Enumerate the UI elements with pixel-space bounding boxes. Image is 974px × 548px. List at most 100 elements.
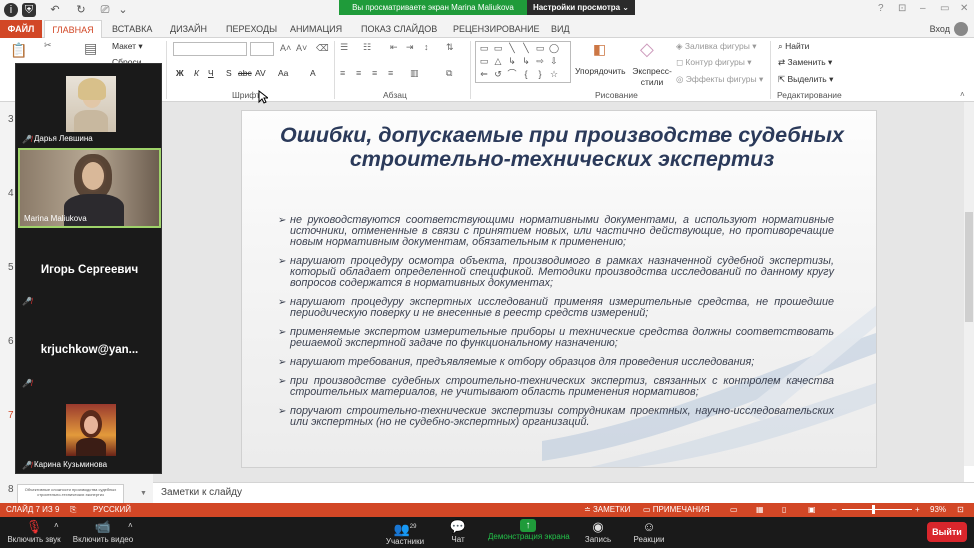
audio-options-chevron-icon[interactable]: ˄ bbox=[54, 521, 59, 530]
zoom-level[interactable]: 93% bbox=[930, 505, 946, 514]
comments-toggle[interactable]: ▭ ПРИМЕЧАНИЯ bbox=[643, 505, 710, 514]
minimize-icon[interactable]: – bbox=[920, 3, 926, 14]
align-right-icon[interactable]: ≡ bbox=[372, 68, 377, 78]
decrease-indent-icon[interactable]: ⇤ bbox=[390, 42, 398, 53]
tab-design[interactable]: ДИЗАЙН bbox=[170, 20, 207, 38]
numbering-icon[interactable]: ☷ bbox=[363, 42, 371, 53]
tab-slideshow[interactable]: ПОКАЗ СЛАЙДОВ bbox=[361, 20, 437, 38]
quick-styles-icon[interactable]: ◇ bbox=[640, 39, 654, 60]
vertical-scrollbar[interactable] bbox=[964, 102, 974, 466]
participant-tile[interactable]: 🎤̸ Карина Кузьминова bbox=[18, 394, 161, 472]
redo-icon[interactable]: ↻ bbox=[74, 3, 88, 17]
layout-button[interactable]: Макет ▾ bbox=[112, 41, 143, 52]
proofing-icon[interactable]: ⎘ bbox=[70, 505, 76, 515]
font-size-combobox[interactable] bbox=[250, 42, 274, 56]
zoom-info-icon[interactable]: i bbox=[4, 3, 18, 17]
align-left-icon[interactable]: ≡ bbox=[340, 68, 345, 78]
participant-tile-active[interactable]: Marina Maliukova bbox=[18, 148, 161, 228]
align-center-icon[interactable]: ≡ bbox=[356, 68, 361, 78]
select-button[interactable]: ⇱ Выделить ▾ bbox=[778, 74, 833, 85]
leave-meeting-button[interactable]: Выйти bbox=[927, 522, 967, 542]
bullet-text: нарушают требования, предъявляемые к отб… bbox=[290, 356, 755, 368]
participant-tile[interactable]: Игорь Сергеевич 🎤̸ bbox=[18, 230, 161, 308]
ribbon-display-icon[interactable]: ⊡ bbox=[898, 3, 906, 14]
view-options-button[interactable]: Настройки просмотра ⌄ bbox=[526, 0, 635, 15]
close-icon[interactable]: ✕ bbox=[960, 3, 968, 14]
share-screen-button[interactable]: ↑ Демонстрация экрана bbox=[488, 519, 570, 541]
shape-fill-button[interactable]: ◈ Заливка фигуры ▾ bbox=[676, 41, 756, 52]
text-direction-icon[interactable]: ⇅ bbox=[446, 42, 454, 53]
font-color-button[interactable]: A bbox=[310, 68, 316, 78]
shape-effects-button[interactable]: ◎ Эффекты фигуры ▾ bbox=[676, 74, 763, 85]
zoom-slider-thumb[interactable] bbox=[872, 505, 875, 514]
shadow-button[interactable]: S bbox=[226, 68, 232, 78]
sign-in-link[interactable]: Вход bbox=[930, 20, 950, 38]
shapes-gallery[interactable]: ▭ ▭ ╲ ╲ ▭ ◯ ▭ △ ↳ ↳ ⇨ ⇩ ⇐ ↺ ⌒{} ☆ bbox=[475, 41, 571, 83]
font-name-combobox[interactable] bbox=[173, 42, 247, 56]
shield-icon[interactable]: ⛨ bbox=[22, 3, 36, 17]
maximize-icon[interactable]: ▭ bbox=[940, 3, 949, 14]
italic-button[interactable]: К bbox=[194, 68, 199, 78]
arrange-button[interactable]: Упорядочить bbox=[575, 66, 626, 76]
underline-button[interactable]: Ч bbox=[208, 68, 214, 78]
reactions-button[interactable]: ☺ Реакции bbox=[632, 519, 666, 544]
qat-more-icon[interactable]: ⌄ bbox=[116, 3, 130, 17]
chat-button[interactable]: 💬 Чат bbox=[446, 519, 470, 544]
quick-styles-button[interactable]: Экспресс-стили bbox=[632, 66, 672, 88]
arrange-icon[interactable]: ◧ bbox=[593, 41, 606, 58]
tab-file[interactable]: ФАЙЛ bbox=[0, 20, 42, 38]
tab-home[interactable]: ГЛАВНАЯ bbox=[44, 20, 102, 38]
tab-transitions[interactable]: ПЕРЕХОДЫ bbox=[226, 20, 277, 38]
participant-tile[interactable]: 🎤̸ Дарья Левшина bbox=[18, 68, 161, 146]
user-avatar-icon[interactable] bbox=[954, 22, 968, 36]
grow-font-icon[interactable]: A˄ bbox=[280, 43, 291, 53]
new-slide-icon[interactable]: ▤ bbox=[84, 40, 97, 57]
cut-icon[interactable]: ✂ bbox=[44, 40, 52, 51]
shrink-font-icon[interactable]: A˅ bbox=[296, 43, 307, 53]
paste-icon[interactable]: 📋 bbox=[10, 42, 27, 59]
notes-toggle[interactable]: ≐ ЗАМЕТКИ bbox=[584, 505, 630, 514]
help-icon[interactable]: ? bbox=[878, 3, 884, 14]
participant-tile[interactable]: krjuchkow@yan... 🎤̸ bbox=[18, 312, 161, 390]
columns-icon[interactable]: ▥ bbox=[410, 68, 419, 79]
reading-view-icon[interactable]: ▯ bbox=[782, 505, 786, 514]
participants-button[interactable]: 👥29 Участники bbox=[385, 519, 425, 546]
strikethrough-button[interactable]: abc bbox=[238, 68, 252, 78]
change-case-button[interactable]: Aa bbox=[278, 68, 288, 78]
zoom-in-icon[interactable]: + bbox=[915, 505, 920, 514]
find-button[interactable]: ⌕ Найти bbox=[778, 41, 809, 52]
line-spacing-icon[interactable]: ↕ bbox=[424, 42, 429, 52]
shape-outline-button[interactable]: ◻ Контур фигуры ▾ bbox=[676, 57, 752, 68]
bullet-text: поручают строительно-технические эксперт… bbox=[290, 405, 834, 428]
thumbs-scroll-down-icon[interactable]: ▼ bbox=[140, 490, 150, 500]
zoom-out-icon[interactable]: – bbox=[832, 505, 836, 514]
smartart-icon[interactable]: ⧉ bbox=[446, 68, 452, 79]
char-spacing-button[interactable]: AV bbox=[255, 68, 266, 78]
slideshow-start-icon[interactable]: ⎚ bbox=[98, 3, 112, 17]
replace-button[interactable]: ⇄ Заменить ▾ bbox=[778, 57, 832, 68]
start-video-button[interactable]: 📹 Включить видео bbox=[72, 519, 134, 544]
record-button[interactable]: ◉ Запись bbox=[584, 519, 612, 544]
undo-icon[interactable]: ↶ bbox=[48, 3, 62, 17]
tab-view[interactable]: ВИД bbox=[551, 20, 570, 38]
tab-review[interactable]: РЕЦЕНЗИРОВАНИЕ bbox=[453, 20, 540, 38]
bullets-icon[interactable]: ☰ bbox=[340, 42, 348, 53]
tab-animations[interactable]: АНИМАЦИЯ bbox=[290, 20, 342, 38]
tab-insert[interactable]: ВСТАВКА bbox=[112, 20, 152, 38]
fit-slide-icon[interactable]: ⊡ bbox=[957, 505, 964, 514]
zoom-slider[interactable] bbox=[842, 509, 912, 510]
justify-icon[interactable]: ≡ bbox=[388, 68, 393, 78]
collapse-ribbon-icon[interactable]: ˄ bbox=[960, 90, 965, 99]
normal-view-icon[interactable]: ▭ bbox=[730, 505, 738, 514]
video-options-chevron-icon[interactable]: ˄ bbox=[128, 521, 133, 530]
current-slide[interactable]: Ошибки, допускаемые при производстве суд… bbox=[241, 110, 877, 468]
thumb-number: 5 bbox=[8, 262, 14, 273]
clear-format-icon[interactable]: ⌫ bbox=[316, 43, 329, 54]
slideshow-view-icon[interactable]: ▣ bbox=[808, 505, 816, 514]
slide-sorter-icon[interactable]: ▦ bbox=[756, 505, 764, 514]
notes-pane[interactable]: Заметки к слайду bbox=[153, 482, 974, 502]
language-indicator[interactable]: РУССКИЙ bbox=[93, 505, 131, 514]
bold-button[interactable]: Ж bbox=[176, 68, 184, 78]
increase-indent-icon[interactable]: ⇥ bbox=[406, 42, 414, 53]
share-screen-label: Демонстрация экрана bbox=[488, 532, 570, 541]
